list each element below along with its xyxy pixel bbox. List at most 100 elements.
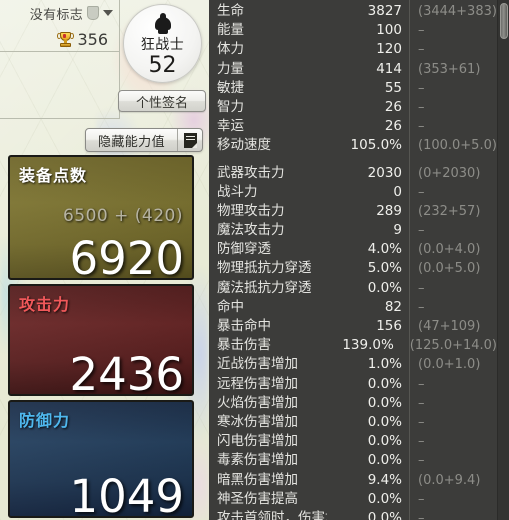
stat-label: 移动速度 bbox=[217, 137, 271, 154]
defense-power-title: 防御力 bbox=[19, 411, 71, 430]
stat-bonus: – bbox=[418, 80, 425, 96]
stat-row: 敏捷 55– bbox=[209, 79, 497, 98]
stat-bonus: (0.0+9.4) bbox=[418, 472, 481, 488]
hide-ability-label: 隐藏能力值 bbox=[97, 134, 165, 150]
guild-label: 没有标志 bbox=[29, 7, 83, 23]
scrollbar-thumb[interactable] bbox=[500, 3, 508, 39]
stat-label: 火焰伤害增加 bbox=[217, 394, 298, 411]
stat-row: 远程伤害增加 0.0% – bbox=[209, 375, 497, 394]
stat-value: 3827 bbox=[367, 3, 402, 19]
stat-label: 幸运 bbox=[217, 118, 244, 135]
stat-row: 攻击首领时，伤害增加 0.0% – bbox=[209, 509, 497, 520]
stat-value: 9.4% bbox=[367, 471, 402, 488]
stats-panel: 生命 3827 (3444+383) 能量 100– 体力 120– 力量 414 (353+61… bbox=[209, 0, 509, 520]
stat-row: 毒素伤害增加 0.0% – bbox=[209, 451, 497, 470]
character-level: 52 bbox=[148, 53, 177, 78]
stat-value: 0.0% bbox=[367, 394, 402, 411]
guild-row[interactable]: 没有标志 bbox=[0, 0, 118, 26]
stat-value: 100 bbox=[376, 22, 402, 39]
stat-value: 9 bbox=[393, 222, 402, 239]
stat-label: 近战伤害增加 bbox=[217, 356, 298, 373]
stat-value: 120 bbox=[376, 41, 402, 58]
stat-label: 物理抵抗力穿透 bbox=[217, 260, 312, 277]
stat-row: 暴击命中 156 (47+109) bbox=[209, 317, 497, 336]
stat-bonus: (125.0+14.0) bbox=[409, 338, 497, 354]
stat-row: 闪电伤害增加 0.0% – bbox=[209, 432, 497, 451]
equipment-points-breakdown: 6500 + (420) bbox=[62, 206, 183, 226]
stat-label: 力量 bbox=[217, 60, 244, 77]
class-name: 狂战士 bbox=[140, 37, 185, 53]
stat-label: 战斗力 bbox=[217, 183, 258, 200]
stat-value: 1.0% bbox=[367, 356, 402, 373]
stat-bonus: – bbox=[418, 184, 425, 200]
stat-bonus: (0.0+5.0) bbox=[418, 261, 481, 277]
stat-value: 0.0% bbox=[367, 452, 402, 469]
attack-power-card: 攻击力 2436 bbox=[8, 284, 194, 396]
stat-row: 物理抵抗力穿透 5.0% (0.0+5.0) bbox=[209, 259, 497, 278]
document-icon[interactable] bbox=[178, 129, 202, 151]
stat-bonus: – bbox=[418, 42, 425, 58]
trophy-count: 356 bbox=[77, 29, 108, 49]
stat-label: 暗黑伤害增加 bbox=[217, 471, 298, 488]
stat-value: 105.0% bbox=[350, 137, 402, 154]
stat-bonus: (3444+383) bbox=[418, 4, 497, 19]
stats-scrollbar[interactable] bbox=[497, 0, 509, 520]
defense-power-card: 防御力 1049 bbox=[8, 400, 194, 518]
stat-bonus: – bbox=[418, 434, 425, 450]
left-panel: 没有标志 356 狂战士 52 个性签名 隐藏能力值 装备点数 6500 + (… bbox=[0, 0, 209, 520]
stat-row: 暗黑伤害增加 9.4% (0.0+9.4) bbox=[209, 471, 497, 490]
stat-bonus: – bbox=[418, 510, 425, 520]
stat-bonus: – bbox=[418, 299, 425, 315]
stat-value: 55 bbox=[384, 79, 402, 96]
stat-row: 火焰伤害增加 0.0% – bbox=[209, 394, 497, 413]
stat-group: 生命 3827 (3444+383) 能量 100– 体力 120– 力量 414 (353+61… bbox=[209, 2, 497, 156]
class-badge: 狂战士 52 bbox=[123, 4, 202, 83]
signature-button[interactable]: 个性签名 bbox=[118, 90, 206, 112]
stat-bonus: – bbox=[418, 280, 425, 296]
stat-label: 防御穿透 bbox=[217, 241, 271, 258]
stat-label: 生命 bbox=[217, 3, 244, 19]
stat-bonus: – bbox=[418, 491, 425, 507]
stat-value: 82 bbox=[384, 298, 402, 315]
stat-bonus: (0+2030) bbox=[418, 165, 481, 181]
stat-label: 寒冰伤害增加 bbox=[217, 413, 298, 430]
stat-label: 武器攻击力 bbox=[217, 164, 285, 181]
stat-bonus: – bbox=[418, 414, 425, 430]
stat-label: 魔法攻击力 bbox=[217, 222, 285, 239]
stat-bonus: – bbox=[418, 376, 425, 392]
stat-row: 移动速度 105.0% (100.0+5.0) bbox=[209, 136, 497, 155]
stat-value: 0.0% bbox=[367, 433, 402, 450]
character-stats-screen: 没有标志 356 狂战士 52 个性签名 隐藏能力值 装备点数 6500 + (… bbox=[0, 0, 509, 520]
stat-bonus: (353+61) bbox=[418, 61, 481, 77]
hide-ability-button[interactable]: 隐藏能力值 bbox=[85, 128, 203, 152]
stat-label: 敏捷 bbox=[217, 79, 244, 96]
stat-row: 寒冰伤害增加 0.0% – bbox=[209, 413, 497, 432]
stat-value: 289 bbox=[376, 202, 402, 219]
stat-value: 2030 bbox=[367, 164, 402, 181]
stat-row: 战斗力 0– bbox=[209, 183, 497, 202]
stat-row: 力量 414 (353+61) bbox=[209, 60, 497, 79]
stat-row: 武器攻击力 2030 (0+2030) bbox=[209, 164, 497, 183]
trophy-icon bbox=[57, 31, 75, 48]
stat-group: 武器攻击力 2030 (0+2030) 战斗力 0– 物理攻击力 289 (232+57) 魔法… bbox=[209, 164, 497, 520]
stat-row: 近战伤害增加 1.0% (0.0+1.0) bbox=[209, 355, 497, 374]
stat-label: 暴击伤害 bbox=[217, 337, 271, 354]
stat-bonus: (100.0+5.0) bbox=[418, 138, 497, 154]
chevron-down-icon[interactable] bbox=[103, 10, 113, 16]
stat-label: 神圣伤害提高 bbox=[217, 490, 298, 507]
stat-label: 智力 bbox=[217, 98, 244, 115]
stat-value: 4.0% bbox=[367, 241, 402, 258]
stat-row: 命中 82– bbox=[209, 298, 497, 317]
stat-value: 5.0% bbox=[367, 260, 402, 277]
stat-label: 远程伤害增加 bbox=[217, 375, 298, 392]
stat-row: 防御穿透 4.0% (0.0+4.0) bbox=[209, 240, 497, 259]
equipment-points-title: 装备点数 bbox=[19, 166, 88, 185]
stat-value: 0.0% bbox=[367, 509, 402, 520]
stat-value: 139.0% bbox=[342, 337, 394, 354]
stat-value: 0 bbox=[393, 183, 402, 200]
stat-row: 能量 100– bbox=[209, 21, 497, 40]
stats-list: 生命 3827 (3444+383) 能量 100– 体力 120– 力量 414 (353+61… bbox=[209, 0, 497, 520]
stat-value: 156 bbox=[376, 318, 402, 334]
stat-label: 物理攻击力 bbox=[217, 202, 285, 219]
stat-row: 幸运 26– bbox=[209, 117, 497, 136]
